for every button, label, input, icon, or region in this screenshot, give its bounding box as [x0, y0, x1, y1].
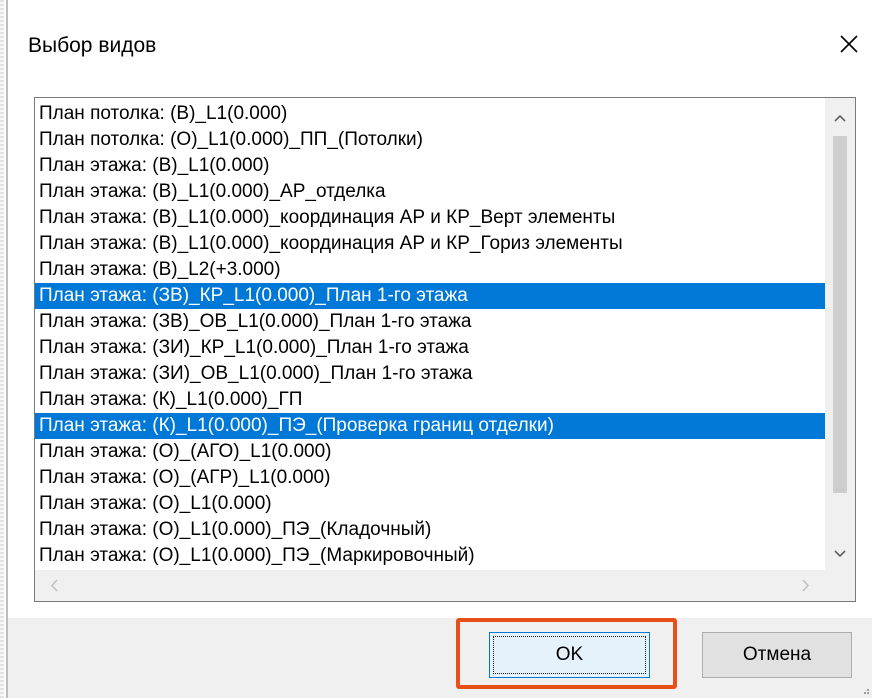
ok-button[interactable]: OK	[489, 632, 650, 678]
chevron-down-icon[interactable]	[825, 538, 855, 568]
chevron-left-icon[interactable]	[39, 570, 69, 601]
vertical-scroll-thumb[interactable]	[833, 136, 847, 493]
dialog-title: Выбор видов	[28, 34, 157, 57]
list-item[interactable]: План этажа: (В)_L1(0.000)_АР_отделка	[35, 179, 825, 205]
list-item[interactable]: План этажа: (ЗВ)_ОВ_L1(0.000)_План 1-го …	[35, 309, 825, 335]
list-item[interactable]: План этажа: (О)_(АГО)_L1(0.000)	[35, 439, 825, 465]
cancel-button-label: Отмена	[742, 644, 812, 665]
list-item[interactable]: План этажа: (О)_L1(0.000)	[35, 491, 825, 517]
ok-button-label: OK	[555, 644, 584, 665]
list-item[interactable]: План этажа: (В)_L1(0.000)_координация АР…	[35, 231, 825, 257]
list-item[interactable]: План этажа: (ЗВ)_КР_L1(0.000)_План 1-го …	[35, 283, 825, 309]
select-views-dialog: Выбор видов План потолка: (В)_L1(0.000) П…	[8, 0, 872, 698]
list-item[interactable]: План этажа: (В)_L1(0.000)	[35, 153, 825, 179]
list-item[interactable]: План потолка: (О)_L1(0.000)_ПП_(Потолки)	[35, 127, 825, 153]
list-item[interactable]: План этажа: (В)_L1(0.000)_координация АР…	[35, 205, 825, 231]
list-item[interactable]: План этажа: (О)_L1(0.000)_ПЭ_(Кладочный)	[35, 517, 825, 543]
list-item[interactable]: План этажа: (ЗИ)_ОВ_L1(0.000)_План 1-го …	[35, 361, 825, 387]
close-icon[interactable]	[837, 32, 861, 56]
chevron-right-icon[interactable]	[791, 570, 821, 601]
list-item[interactable]: План этажа: (К)_L1(0.000)_ГП	[35, 387, 825, 413]
list-item[interactable]: План этажа: (О)_(АГР)_L1(0.000)	[35, 465, 825, 491]
scrollbar-corner	[825, 570, 855, 601]
list-item[interactable]: План этажа: (В)_L2(+3.000)	[35, 257, 825, 283]
list-item[interactable]: План этажа: (О)_L1(0.000)_ПЭ_(Маркировоч…	[35, 543, 825, 569]
chevron-up-icon[interactable]	[825, 104, 855, 134]
views-listbox[interactable]: План потолка: (В)_L1(0.000) План потолка:…	[34, 97, 856, 602]
background-window-edge	[0, 0, 4, 698]
list-item[interactable]: План этажа: (ЗИ)_КР_L1(0.000)_План 1-го …	[35, 335, 825, 361]
views-list: План потолка: (В)_L1(0.000) План потолка:…	[35, 101, 825, 571]
list-item[interactable]: План этажа: (К)_L1(0.000)_ПЭ_(Проверка г…	[35, 413, 825, 439]
horizontal-scrollbar[interactable]	[35, 570, 825, 601]
resize-grip-icon[interactable]	[860, 688, 870, 696]
list-item[interactable]: План потолка: (В)_L1(0.000)	[35, 101, 825, 127]
cancel-button[interactable]: Отмена	[702, 632, 852, 678]
vertical-scrollbar[interactable]	[825, 98, 855, 570]
